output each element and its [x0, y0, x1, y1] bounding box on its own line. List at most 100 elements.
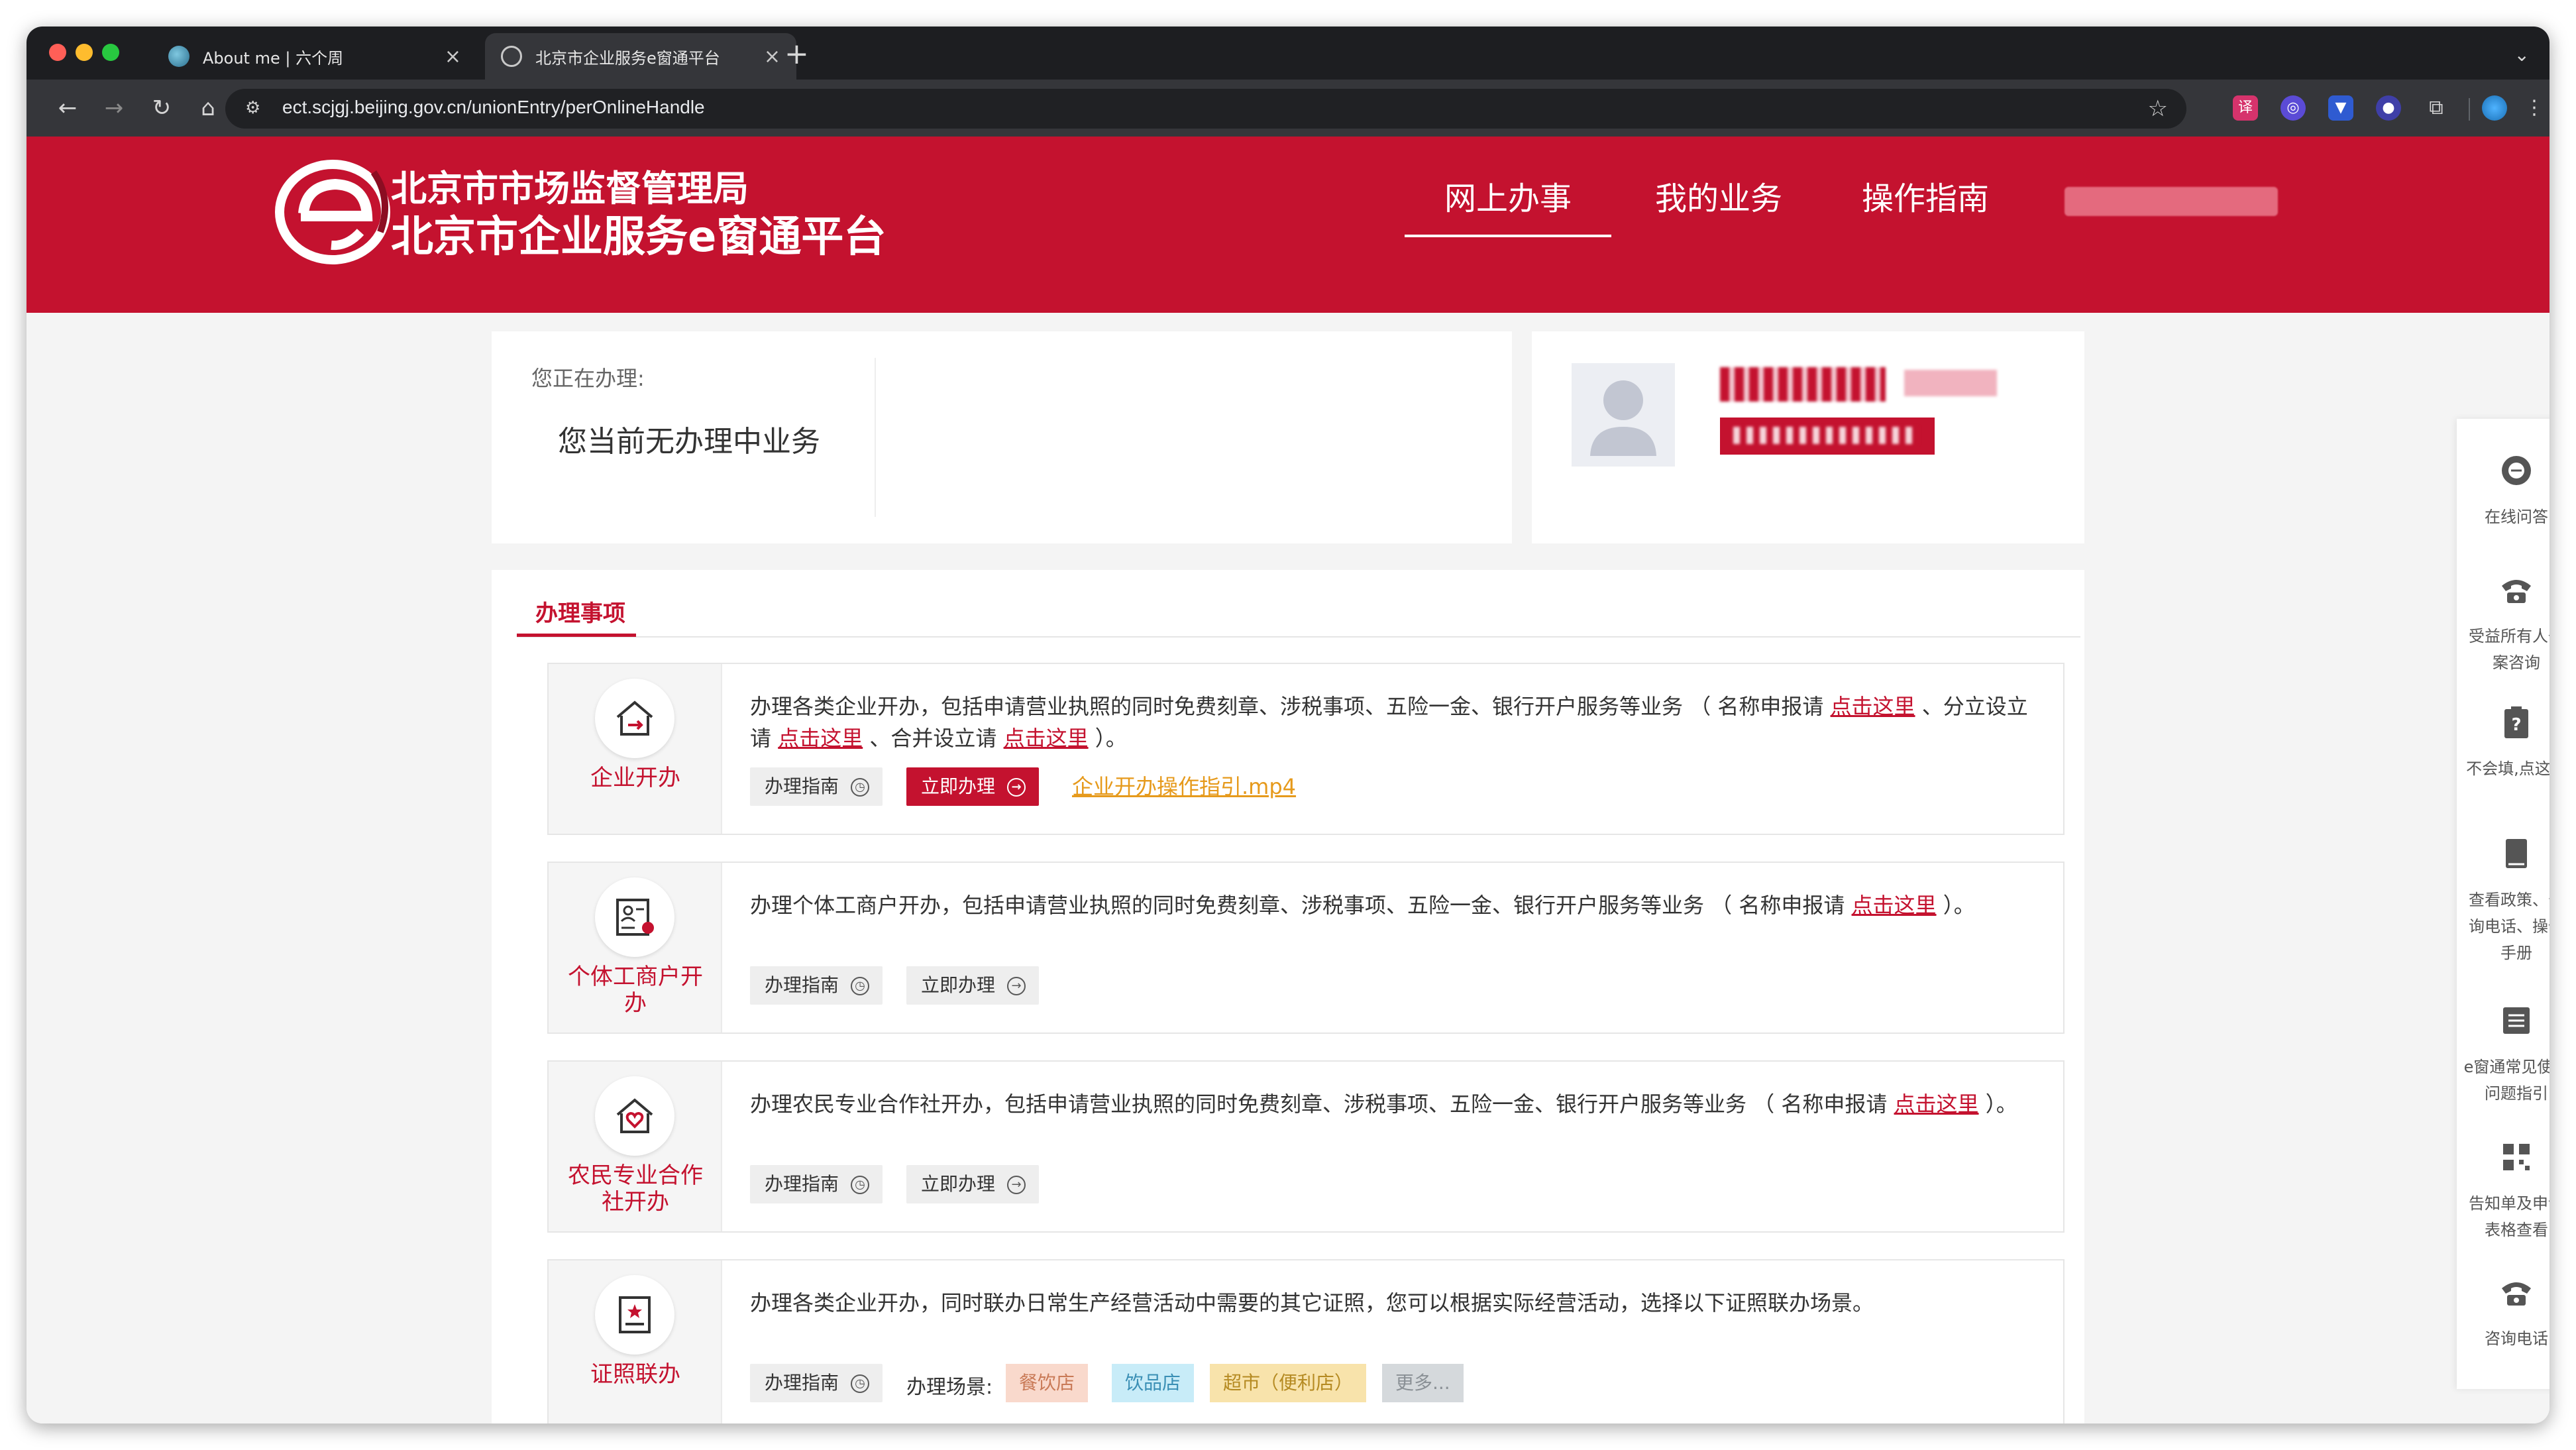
- back-arrow-icon[interactable]: ←: [53, 94, 82, 122]
- arrow-right-circle-icon: →: [1007, 1176, 1026, 1194]
- maximize-window-button[interactable]: [102, 44, 119, 61]
- guide-button[interactable]: 办理指南 ◷: [750, 1364, 883, 1402]
- apply-now-button[interactable]: 立即办理 →: [906, 1165, 1040, 1203]
- rb-beneficiary-consult[interactable]: 受益所有人备案咨询: [2457, 571, 2549, 676]
- rb-policy-manual[interactable]: 查看政策、咨询电话、操作手册: [2457, 835, 2549, 966]
- right-help-toolbar: 在线问答 受益所有人备案咨询 ? 不会填,点这里 查看政策、咨询电话、操作手册 …: [2457, 419, 2549, 1389]
- service-item-title: 个体工商户开办: [568, 964, 703, 1017]
- rb-label: 咨询电话: [2485, 1329, 2548, 1348]
- service-item-individual-business: 个体工商户开办 办理个体工商户开办，包括申请营业执照的同时免费刻章、涉税事项、五…: [547, 862, 2065, 1034]
- shield-extension-icon[interactable]: ▼: [2328, 95, 2353, 121]
- new-tab-button[interactable]: +: [784, 40, 809, 69]
- rb-faq-guide[interactable]: e窗通常见使用问题指引: [2457, 1002, 2549, 1107]
- close-tab-icon[interactable]: ×: [445, 45, 461, 68]
- apply-now-button[interactable]: 立即办理 →: [906, 966, 1040, 1005]
- service-item-side[interactable]: 企业开办: [549, 664, 722, 834]
- service-item-description: 办理个体工商户开办，包括申请营业执照的同时免费刻章、涉税事项、五险一金、银行开户…: [750, 889, 2049, 921]
- id-card-icon: [616, 899, 654, 936]
- browser-menu-icon[interactable]: ⋮: [2522, 95, 2547, 121]
- arrow-right-circle-icon: →: [1007, 977, 1026, 995]
- scene-more-button[interactable]: 更多...: [1382, 1364, 1464, 1402]
- service-item-enterprise-start: 企业开办 办理各类企业开办，包括申请营业执照的同时免费刻章、涉税事项、五险一金、…: [547, 663, 2065, 835]
- tab-about-me[interactable]: About me | 六个周 ×: [152, 33, 477, 80]
- site-header: 北京市市场监督管理局 北京市企业服务e窗通平台 网上办事 我的业务 操作指南: [27, 137, 2549, 313]
- document-list-icon: [2503, 1007, 2530, 1034]
- service-item-description: 办理各类企业开办，同时联办日常生产经营活动中需要的其它证照，您可以根据实际经营活…: [750, 1287, 2049, 1319]
- extensions-puzzle-icon[interactable]: ⧉: [2424, 95, 2449, 121]
- service-item-side[interactable]: 证照联办: [549, 1260, 722, 1423]
- site-settings-icon[interactable]: ⚙: [245, 98, 268, 119]
- guide-button-label: 办理指南: [765, 1173, 839, 1195]
- desc-text: 办理农民专业合作社开办，包括申请营业执照的同时免费刻章、涉税事项、五险一金、银行…: [750, 1091, 1894, 1117]
- merge-establish-link[interactable]: 点击这里: [1004, 726, 1089, 751]
- redacted-user-name: [1720, 367, 1886, 402]
- split-establish-link[interactable]: 点击这里: [778, 726, 863, 751]
- nav-my-business[interactable]: 我的业务: [1655, 172, 1782, 219]
- service-item-joint-license: 证照联办 办理各类企业开办，同时联办日常生产经营活动中需要的其它证照，您可以根据…: [547, 1259, 2065, 1423]
- reload-icon[interactable]: ↻: [147, 94, 176, 122]
- close-tab-icon[interactable]: ×: [764, 45, 780, 68]
- telephone-icon: [2502, 580, 2531, 603]
- redacted-user-menu[interactable]: [2065, 187, 2278, 216]
- tab-search-chevron-icon[interactable]: ⌄: [2514, 44, 2530, 66]
- service-item-description: 办理农民专业合作社开办，包括申请营业执照的同时免费刻章、涉税事项、五险一金、银行…: [750, 1088, 2049, 1120]
- guide-button-label: 办理指南: [765, 1372, 839, 1394]
- arrow-right-circle-icon: →: [1007, 778, 1026, 797]
- site-favicon-icon: [168, 46, 189, 67]
- guide-video-link[interactable]: 企业开办操作指引.mp4: [1072, 770, 1296, 801]
- e-logo-icon: [275, 160, 390, 264]
- service-item-description: 办理各类企业开办，包括申请营业执照的同时免费刻章、涉税事项、五险一金、银行开户服…: [750, 691, 2049, 754]
- scene-restaurant-button[interactable]: 餐饮店: [1006, 1364, 1089, 1402]
- guide-clock-icon: ◷: [851, 1374, 870, 1393]
- address-bar[interactable]: ⚙ ect.scjgj.beijing.gov.cn/unionEntry/pe…: [225, 89, 2186, 129]
- browser-toolbar: ← → ↻ ⌂ ⚙ ect.scjgj.beijing.gov.cn/union…: [27, 80, 2549, 137]
- rb-online-qa[interactable]: 在线问答: [2457, 452, 2549, 530]
- name-declare-link[interactable]: 点击这里: [1852, 893, 1937, 918]
- rb-fill-help[interactable]: ? 不会填,点这里: [2457, 704, 2549, 782]
- desc-text: ）。: [1088, 726, 1127, 751]
- apply-now-button[interactable]: 立即办理 →: [906, 767, 1040, 806]
- rb-label: e窗通常见使用问题指引: [2463, 1058, 2549, 1103]
- forward-arrow-icon[interactable]: →: [99, 94, 129, 122]
- tab-bar: About me | 六个周 × 北京市企业服务e窗通平台 × + ⌄: [27, 27, 2549, 80]
- extension-circle-icon[interactable]: ◎: [2281, 95, 2306, 121]
- apply-button-label: 立即办理: [921, 1173, 996, 1195]
- minimize-window-button[interactable]: [76, 44, 93, 61]
- guide-button[interactable]: 办理指南 ◷: [750, 966, 883, 1005]
- rb-forms-view[interactable]: 告知单及申请表格查看: [2457, 1139, 2549, 1243]
- close-window-button[interactable]: [49, 44, 66, 61]
- guide-button-label: 办理指南: [765, 775, 839, 797]
- profile-avatar-icon[interactable]: [2482, 95, 2507, 121]
- guide-button[interactable]: 办理指南 ◷: [750, 767, 883, 806]
- section-active-underline: [517, 634, 636, 637]
- tab-e-chuangtong[interactable]: 北京市企业服务e窗通平台 ×: [485, 33, 796, 80]
- name-declare-link[interactable]: 点击这里: [1894, 1091, 1979, 1117]
- service-item-side[interactable]: 个体工商户开办: [549, 863, 722, 1032]
- rb-hotline[interactable]: 咨询电话: [2457, 1274, 2549, 1352]
- home-icon[interactable]: ⌂: [193, 94, 223, 122]
- nav-operation-guide[interactable]: 操作指南: [1862, 172, 1989, 219]
- toolbar-divider: [2469, 98, 2470, 121]
- desc-text: 办理各类企业开办，包括申请营业执照的同时免费刻章、涉税事项、五险一金、银行开户服…: [750, 694, 1831, 719]
- service-item-title: 企业开办: [590, 765, 680, 791]
- translate-extension-icon[interactable]: 译: [2233, 95, 2258, 121]
- scene-supermarket-button[interactable]: 超市（便利店）: [1210, 1364, 1367, 1402]
- house-arrow-icon: [616, 700, 653, 736]
- service-item-cooperative: 农民专业合作社开办 办理农民专业合作社开办，包括申请营业执照的同时免费刻章、涉税…: [547, 1060, 2065, 1233]
- desc-text: ）。: [1936, 893, 1975, 918]
- service-item-side[interactable]: 农民专业合作社开办: [549, 1062, 722, 1231]
- service-icon-circle: [595, 1076, 674, 1156]
- section-title[interactable]: 办理事项: [535, 595, 625, 628]
- name-declare-link[interactable]: 点击这里: [1831, 694, 1915, 719]
- redacted-user-badge: [1904, 370, 1997, 396]
- current-business-card: 您正在办理: 您当前无办理中业务: [492, 331, 1512, 543]
- service-item-title: 农民专业合作社开办: [568, 1162, 703, 1215]
- guide-button[interactable]: 办理指南 ◷: [750, 1165, 883, 1203]
- rb-label: 告知单及申请表格查看: [2469, 1194, 2549, 1239]
- scene-beverage-button[interactable]: 饮品店: [1112, 1364, 1195, 1402]
- extension-badge-icon[interactable]: ●: [2376, 95, 2401, 121]
- bookmark-star-icon[interactable]: ☆: [2148, 95, 2168, 122]
- chat-bubble-icon: [2502, 456, 2531, 485]
- guide-clock-icon: ◷: [851, 1176, 870, 1194]
- nav-online-service[interactable]: 网上办事: [1404, 172, 1612, 237]
